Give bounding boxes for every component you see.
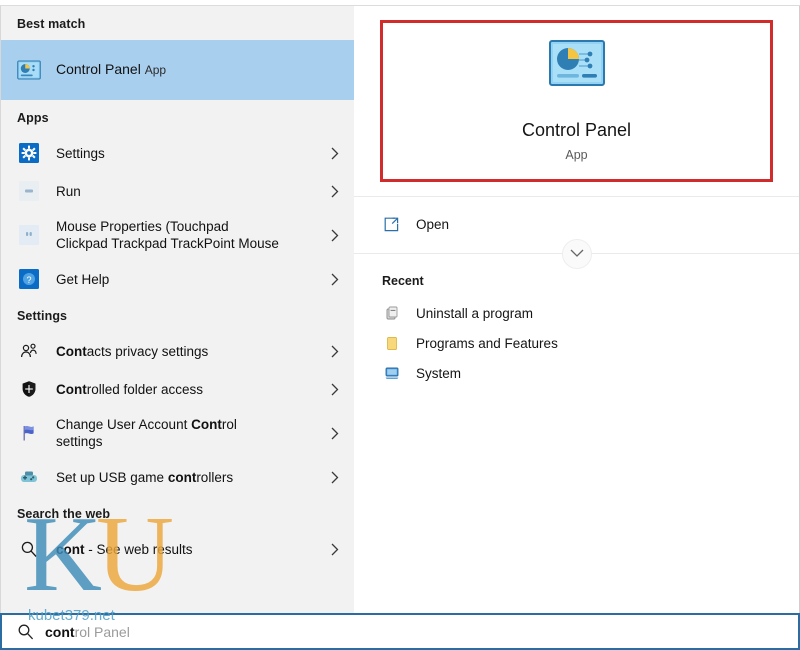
result-item-settings[interactable]: Settings [1, 134, 354, 172]
open-external-icon [382, 215, 402, 233]
result-label-line1: Mouse Properties (Touchpad [56, 219, 229, 234]
result-label: Set up USB game controllers [56, 469, 326, 486]
recent-label: Programs and Features [416, 335, 558, 351]
recent-item-system[interactable]: System [354, 358, 799, 388]
recent-label: System [416, 365, 462, 381]
recent-item-programs-and-features[interactable]: Programs and Features [354, 328, 799, 358]
recent-item-uninstall-a-program[interactable]: Uninstall a program [354, 298, 799, 328]
action-label: Open [416, 216, 450, 232]
result-item-get-help[interactable]: ? Get Help [1, 260, 354, 298]
result-label-pre: Change User Account [56, 417, 192, 432]
recent-label: Uninstall a program [416, 305, 534, 321]
result-item-run[interactable]: Run [1, 172, 354, 210]
result-label: Change User Account Control settings [56, 416, 326, 450]
get-help-icon: ? [17, 267, 41, 291]
web-suffix: - See web results [84, 541, 193, 557]
search-icon [14, 623, 36, 640]
shield-icon [17, 377, 41, 401]
search-web-header: Search the web [17, 507, 111, 521]
settings-header: Settings [17, 309, 68, 323]
result-item-contacts-privacy-settings[interactable]: Contacts privacy settings [1, 332, 354, 370]
chevron-right-icon[interactable] [326, 383, 344, 396]
chevron-down-icon [570, 245, 584, 263]
result-label-post: rol [221, 417, 237, 432]
search-suggestion-text: rol Panel [74, 623, 130, 640]
result-item-mouse-properties[interactable]: Mouse Properties (Touchpad Clickpad Trac… [1, 210, 354, 260]
control-panel-icon [548, 40, 605, 119]
expand-more-button[interactable] [561, 238, 592, 269]
result-label: Controlled folder access [56, 381, 326, 398]
app-title: Control Panel [521, 120, 632, 140]
result-item-control-panel[interactable]: Control Panel App [1, 40, 354, 100]
result-label-match: Cont [191, 417, 222, 432]
search-input-value[interactable]: control Panel [45, 623, 130, 641]
result-label-rest: acts privacy settings [86, 343, 209, 359]
result-subtitle: App [144, 63, 167, 77]
result-label-match: cont [167, 469, 197, 485]
result-item-change-uac-settings[interactable]: Change User Account Control settings [1, 408, 354, 458]
results-list-panel: Best match Control Panel App Apps Settin… [1, 6, 354, 613]
result-label-rest: rolled folder access [86, 381, 204, 397]
recent-section: Recent Uninstall a program Programs and … [354, 254, 799, 613]
result-item-web-search[interactable]: cont - See web results [1, 530, 354, 568]
result-label-pre: Set up USB game [56, 469, 168, 485]
apps-header: Apps [17, 111, 49, 125]
chevron-right-icon[interactable] [326, 427, 344, 440]
control-panel-icon [17, 58, 41, 82]
result-label: Get Help [56, 271, 110, 287]
windows-search-flyout: Best match Control Panel App Apps Settin… [0, 0, 800, 650]
hero-spacer [354, 182, 799, 196]
best-match-header: Best match [17, 17, 86, 31]
result-item-controlled-folder-access[interactable]: Controlled folder access [1, 370, 354, 408]
chevron-right-icon[interactable] [326, 471, 344, 484]
result-label: Contacts privacy settings [56, 343, 326, 360]
chevron-right-icon[interactable] [326, 345, 344, 358]
result-label: Run [56, 183, 81, 199]
app-type-label: App [565, 148, 588, 162]
result-label: Mouse Properties (Touchpad Clickpad Trac… [56, 218, 326, 252]
result-label: Settings [56, 145, 105, 161]
mouse-properties-icon [17, 223, 41, 247]
gamepad-icon [17, 465, 41, 489]
run-icon [17, 179, 41, 203]
web-query: cont [56, 541, 85, 557]
system-icon [382, 363, 402, 383]
recent-header: Recent [382, 274, 424, 288]
result-label-line2: settings [56, 434, 103, 449]
result-label-match: Cont [56, 381, 87, 397]
chevron-right-icon[interactable] [326, 543, 344, 556]
chevron-right-icon[interactable] [326, 229, 344, 242]
svg-text:?: ? [26, 275, 31, 285]
action-open[interactable]: Open [354, 211, 799, 237]
search-typed-text: cont [45, 623, 75, 640]
uninstall-program-icon [382, 303, 402, 323]
expander-divider [354, 238, 799, 269]
result-item-text: Control Panel App [56, 61, 344, 79]
chevron-right-icon[interactable] [326, 147, 344, 160]
result-title: Control Panel [56, 61, 141, 77]
result-label-line2: Clickpad Trackpad TrackPoint Mouse [56, 236, 279, 251]
search-results-flyout: Best match Control Panel App Apps Settin… [0, 6, 800, 613]
chevron-right-icon[interactable] [326, 185, 344, 198]
app-detail-panel: Control Panel App Open Recent Uninstall … [354, 6, 799, 613]
flag-icon [17, 421, 41, 445]
annotation-highlight-box: Control Panel App [380, 20, 773, 182]
settings-gear-icon [17, 141, 41, 165]
result-label: cont - See web results [56, 541, 326, 558]
contacts-icon [17, 339, 41, 363]
result-item-usb-game-controllers[interactable]: Set up USB game controllers [1, 458, 354, 496]
search-input-bar[interactable]: control Panel [0, 613, 800, 650]
app-hero-section: Control Panel App [354, 6, 799, 182]
chevron-right-icon[interactable] [326, 273, 344, 286]
folder-icon [382, 333, 402, 353]
result-label-rest: rollers [196, 469, 234, 485]
search-icon [17, 537, 41, 561]
result-label-match: Cont [56, 343, 87, 359]
